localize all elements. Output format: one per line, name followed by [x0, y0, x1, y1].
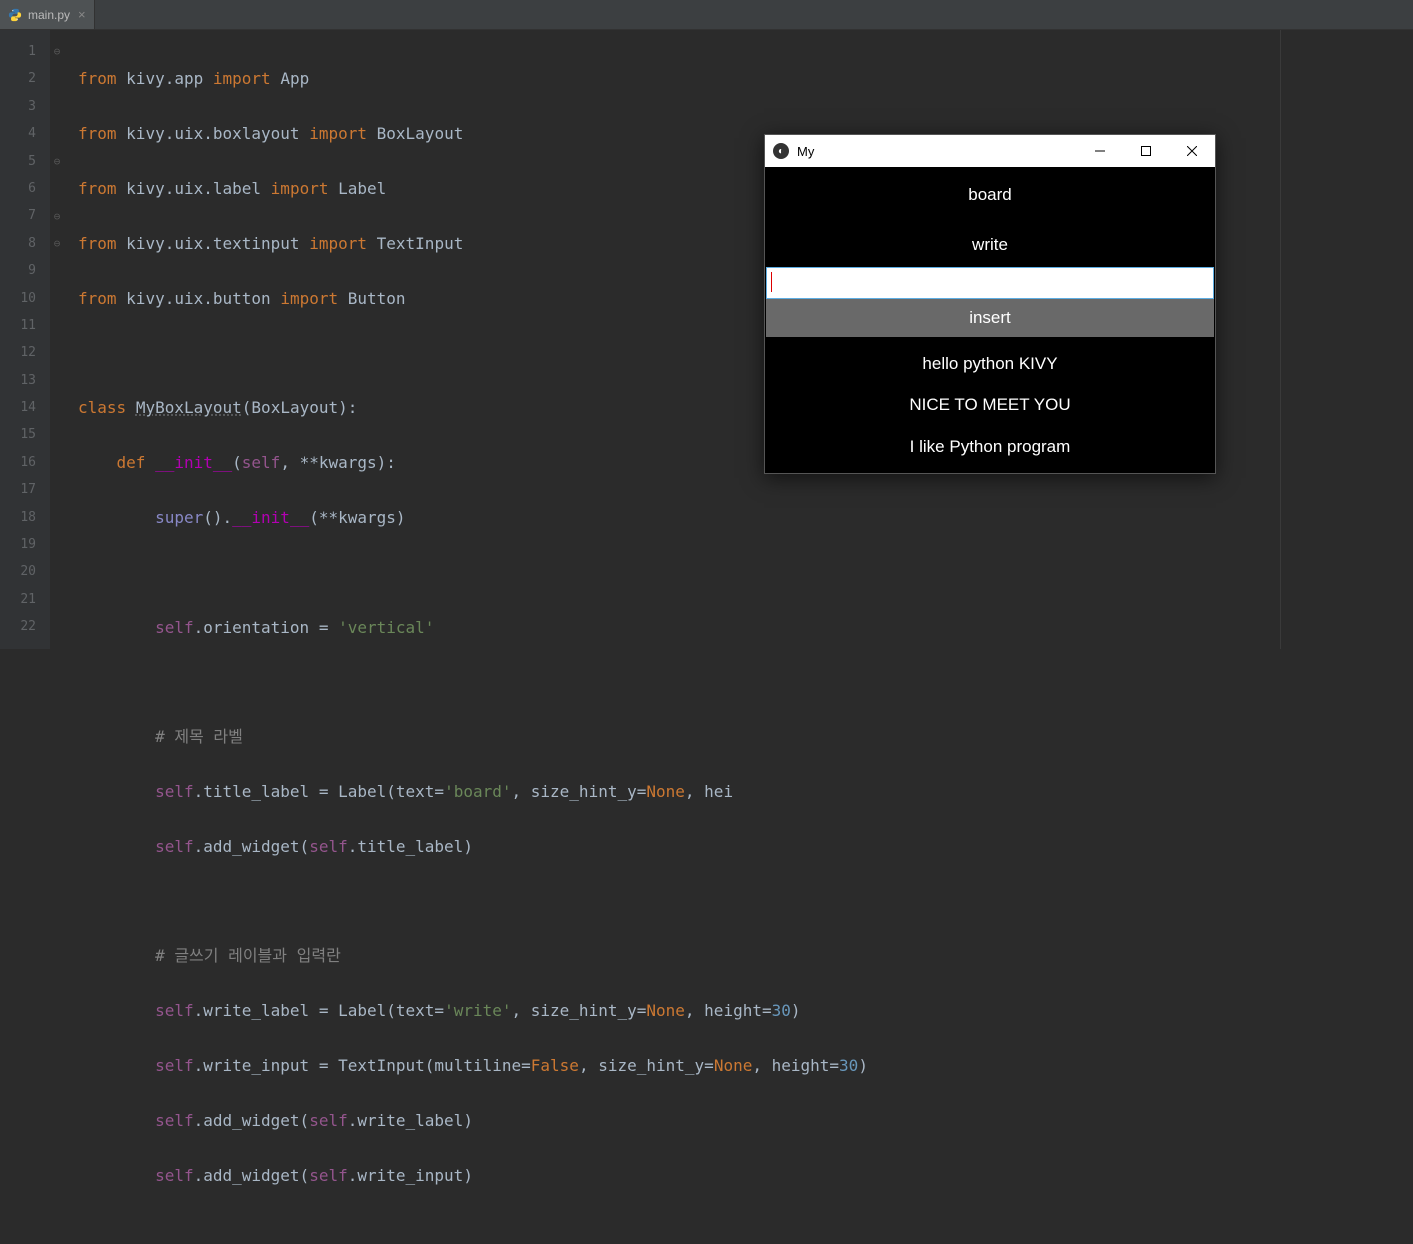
fold-indicator-icon: ⊖ [50, 148, 64, 175]
close-tab-icon[interactable]: × [78, 7, 86, 22]
right-margin-guide [1280, 30, 1281, 649]
minimize-icon [1095, 146, 1105, 156]
line-number-gutter: 123 456 789 101112 131415 161718 192021 … [0, 30, 50, 649]
editor-tab-main[interactable]: main.py × [0, 0, 95, 29]
code-content[interactable]: from kivy.app import App from kivy.uix.b… [64, 30, 868, 649]
list-item: NICE TO MEET YOU [765, 391, 1215, 418]
board-label: board [765, 167, 1215, 223]
text-cursor-icon [771, 272, 772, 292]
editor-tab-bar: main.py × [0, 0, 1413, 30]
message-list: hello python KIVY NICE TO MEET YOU I lik… [765, 337, 1215, 473]
insert-button[interactable]: insert [766, 299, 1214, 337]
maximize-icon [1141, 146, 1151, 156]
window-title: My [797, 144, 814, 159]
minimize-button[interactable] [1077, 135, 1123, 167]
fold-gutter: ⊖ ⊖ ⊖ ⊖ [50, 30, 64, 649]
write-input[interactable] [766, 267, 1214, 299]
maximize-button[interactable] [1123, 135, 1169, 167]
close-icon [1187, 146, 1197, 156]
fold-indicator-icon: ⊖ [50, 202, 64, 229]
fold-indicator-icon: ⊖ [50, 230, 64, 257]
editor-tab-label: main.py [28, 8, 70, 22]
kivy-app-window: ◐ My board write insert hello python KIV… [764, 134, 1216, 474]
list-item: I like Python program [765, 433, 1215, 460]
python-file-icon [8, 8, 22, 22]
write-label: write [765, 223, 1215, 267]
fold-indicator-icon: ⊖ [50, 38, 64, 65]
close-window-button[interactable] [1169, 135, 1215, 167]
kivy-app-body: board write insert hello python KIVY NIC… [765, 167, 1215, 473]
list-item: hello python KIVY [765, 350, 1215, 377]
window-titlebar[interactable]: ◐ My [765, 135, 1215, 167]
kivy-app-icon: ◐ [773, 143, 789, 159]
